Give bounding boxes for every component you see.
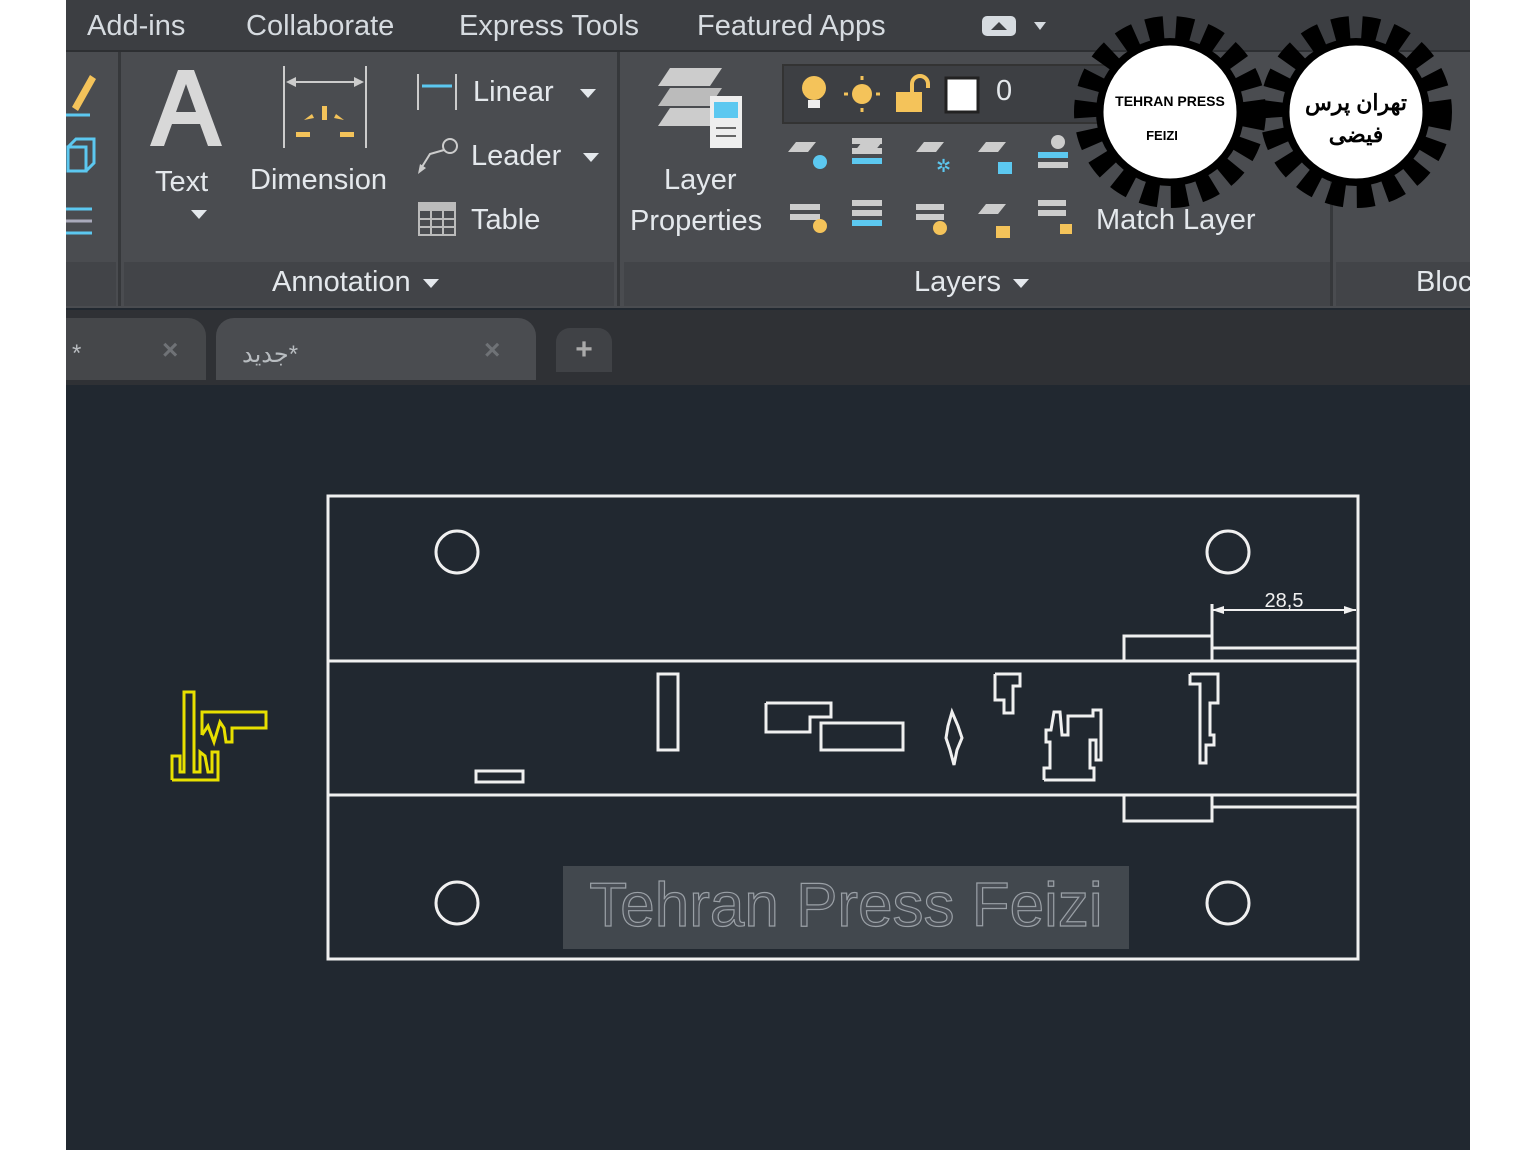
svg-text:TEHRAN PRESS: TEHRAN PRESS [1115,93,1225,109]
layer-state-icons [802,74,980,114]
ribbon-minimize-button[interactable] [980,14,1050,40]
table-icon [418,202,456,236]
layer-properties-label-2: Properties [630,205,763,237]
text-a-icon [150,70,222,146]
file-tab-1[interactable]: * × [66,318,206,380]
watermark-text: Tehran Press Feizi [589,871,1102,940]
table-label: Table [471,204,541,236]
tehran-press-logo: TEHRAN PRESS FEIZI تهران پرس فیضی [1074,16,1452,208]
file-tab-bar: * × جدید* × + [66,310,1470,385]
svg-text:فیضی: فیضی [1329,122,1384,147]
tab-featured-apps[interactable]: Featured Apps [697,10,886,43]
annotation-panel-label[interactable]: Annotation [272,266,439,299]
svg-text:✲: ✲ [936,156,951,176]
svg-text:FEIZI: FEIZI [1146,128,1178,143]
close-icon[interactable]: × [484,334,500,366]
layer-properties-icon [658,68,742,148]
tab-collaborate[interactable]: Collaborate [246,10,394,43]
current-layer-name: 0 [996,75,1013,107]
dimension-label: Dimension [250,164,387,196]
dimension-icon [283,66,367,148]
hole [1205,880,1251,926]
text-label: Text [155,166,209,198]
new-tab-button[interactable]: + [556,328,612,372]
layers-panel-label[interactable]: Layers [914,266,1030,299]
ribbon: Text Dimension Linear Leader Table Annot… [66,16,1470,308]
autocad-window: Add-ins Collaborate Express Tools Featur… [66,0,1470,1150]
leader-label: Leader [471,140,600,173]
text-dropdown-icon[interactable] [191,210,207,219]
tab-express-tools[interactable]: Express Tools [459,10,639,43]
file-tab-2[interactable]: جدید* × [216,318,536,380]
svg-text:تهران پرس: تهران پرس [1305,90,1407,117]
linear-label: Linear [473,76,596,109]
close-icon[interactable]: × [162,334,178,366]
layer-properties-label-1: Layer [664,164,737,196]
leader-icon [418,138,458,174]
draw-tools-icons[interactable] [66,67,102,242]
hole [434,529,480,575]
tab-add-ins[interactable]: Add-ins [87,10,185,43]
drawing: 28,5 Tehran Press Feizi [170,494,1360,961]
hole [434,880,480,926]
dimension-text[interactable]: 28,5 [1265,590,1304,612]
layer-tools-icons[interactable]: ✲ [786,134,1106,254]
hole [1205,529,1251,575]
drawing-canvas[interactable]: 28,5 Tehran Press Feizi [66,385,1470,1150]
linear-dimension-icon [417,74,457,110]
block-panel-label[interactable]: Bloc [1416,266,1470,299]
